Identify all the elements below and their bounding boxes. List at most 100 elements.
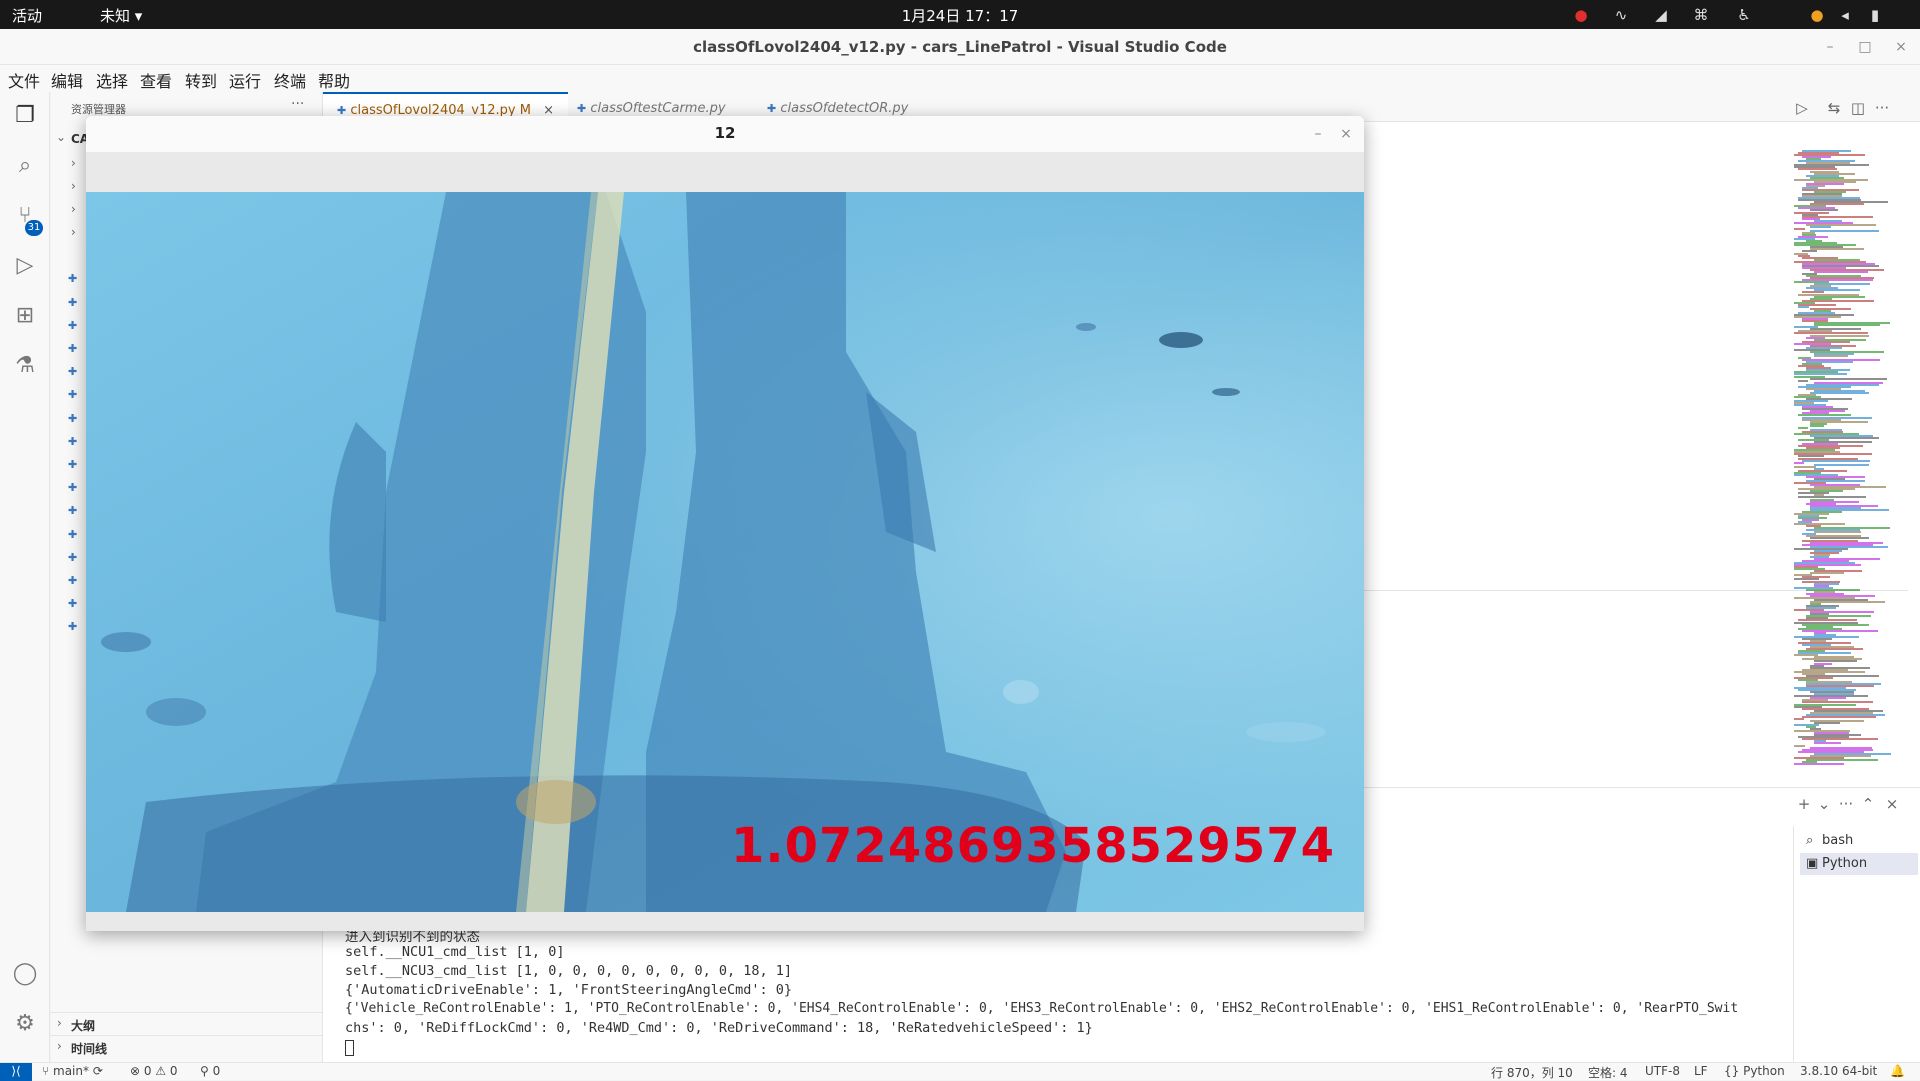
python-file-icon[interactable]: ✚ [68,365,77,378]
chevron-right-icon[interactable]: › [57,1039,62,1053]
run-python-file-icon[interactable]: ▷ [1791,98,1813,118]
menu-edit[interactable]: 编辑 [51,68,83,92]
chevron-down-icon[interactable]: ⌄ [56,130,66,144]
minimap-line [1802,459,1870,462]
activity-monitor-icon[interactable]: ∿ [1612,6,1630,24]
extensions-icon[interactable]: ⊞ [9,300,41,332]
ports-indicator[interactable]: ⚲ 0 [200,1064,220,1078]
python-file-icon[interactable]: ✚ [68,435,77,448]
image-statusbar [86,912,1364,931]
close-panel-icon[interactable]: × [1881,794,1903,814]
network-icon[interactable]: ◢ [1652,6,1670,24]
minimap-line [1798,426,1808,429]
python-interpreter[interactable]: 3.8.10 64-bit [1800,1064,1877,1078]
command-icon[interactable]: ⌘ [1692,6,1710,24]
python-file-icon[interactable]: ✚ [68,319,77,332]
folder-chevron-icon[interactable]: › [71,179,76,193]
python-file-icon[interactable]: ✚ [68,272,77,285]
split-editor-icon[interactable]: ◫ [1847,98,1869,118]
gear-icon[interactable]: ⚙ [9,1008,41,1040]
python-file-icon[interactable]: ✚ [68,388,77,401]
new-terminal-icon[interactable]: + [1793,794,1815,814]
terminal-icon: ⌕ [1806,833,1814,848]
menu-selection[interactable]: 选择 [96,68,128,92]
menu-file[interactable]: 文件 [8,68,40,92]
maximize-panel-icon[interactable]: ⌃ [1857,794,1879,814]
folder-chevron-icon[interactable]: › [71,225,76,239]
cursor-position[interactable]: 行 870，列 10 [1491,1064,1573,1081]
accessibility-icon[interactable]: ♿ [1735,6,1753,24]
python-file-icon[interactable]: ✚ [68,412,77,425]
alert-icon[interactable]: ● [1572,6,1590,24]
folder-chevron-icon[interactable]: › [71,156,76,170]
end-of-line[interactable]: LF [1694,1064,1708,1078]
branch-name: main* [53,1064,89,1078]
chevron-right-icon[interactable]: › [57,1016,62,1030]
python-file-icon[interactable]: ✚ [68,342,77,355]
minimap-line [1814,531,1861,534]
python-file-icon[interactable]: ✚ [68,528,77,541]
battery-icon[interactable]: ▮ [1866,6,1884,24]
maximize-icon[interactable]: □ [1855,37,1875,57]
timeline-section[interactable]: 时间线 [71,1040,107,1057]
minimap[interactable] [1786,150,1916,770]
folder-chevron-icon[interactable]: › [71,202,76,216]
clock[interactable]: 1月24日 17：17 [0,5,1920,26]
minimap-line [1814,324,1880,327]
minimap-line [1798,379,1808,382]
minimap-line [1810,229,1879,232]
source-control-badge: 31 [25,220,43,236]
window-title: classOfLovol2404_v12.py - cars_LinePatro… [693,38,1227,56]
python-file-icon[interactable]: ✚ [68,504,77,517]
menu-terminal[interactable]: 终端 [274,68,306,92]
close-icon[interactable]: × [1336,124,1356,144]
menu-view[interactable]: 查看 [140,68,172,92]
terminal-bash[interactable]: ⌕ bash [1800,830,1918,852]
more-actions-icon[interactable]: ··· [1871,98,1893,118]
menu-run[interactable]: 运行 [229,68,261,92]
encoding[interactable]: UTF-8 [1645,1064,1680,1078]
search-icon[interactable]: ⌕ [9,150,41,182]
language-mode[interactable]: {} Python [1724,1064,1785,1078]
python-file-icon[interactable]: ✚ [68,481,77,494]
warning-count: 0 [169,1064,178,1078]
git-branch[interactable]: ⑂ main* ⟳ [42,1064,103,1078]
menu-go[interactable]: 转到 [185,68,217,92]
indentation[interactable]: 空格: 4 [1588,1064,1628,1081]
minimize-icon[interactable]: – [1820,37,1840,57]
minimize-icon[interactable]: – [1308,124,1328,144]
image-window-title[interactable]: 12 [86,116,1364,152]
python-file-icon[interactable]: ✚ [68,574,77,587]
python-file-icon[interactable]: ✚ [68,296,77,309]
run-debug-icon[interactable]: ▷ [9,250,41,282]
minimap-line [1810,225,1831,228]
menu-help[interactable]: 帮助 [318,68,350,92]
minimap-line [1810,377,1887,380]
terminal-list: ⌕ bash ▣ Python [1793,826,1920,1063]
explorer-icon[interactable]: ❐ [9,100,41,132]
error-count: 0 [143,1064,152,1078]
python-file-icon[interactable]: ✚ [68,551,77,564]
close-icon[interactable]: × [1891,37,1911,57]
testing-icon[interactable]: ⚗ [9,350,41,382]
status-dot-icon[interactable]: ● [1808,6,1826,24]
minimap-line [1794,465,1816,468]
remote-indicator-icon[interactable]: ⟩⟨ [0,1063,32,1081]
python-file-icon[interactable]: ✚ [68,620,77,633]
divider [51,1012,322,1013]
more-actions-icon[interactable]: ··· [291,96,304,112]
outline-section[interactable]: 大纲 [71,1017,95,1034]
image-viewer-window[interactable]: 12 – × 1.0724869358529574 [86,116,1364,931]
terminal-python[interactable]: ▣ Python [1800,853,1918,875]
python-file-icon[interactable]: ✚ [68,597,77,610]
minimap-line [1814,463,1869,466]
minimap-line [1810,248,1864,251]
python-file-icon[interactable]: ✚ [68,458,77,471]
more-actions-icon[interactable]: ··· [1835,794,1857,814]
notifications-icon[interactable]: 🔔 [1890,1064,1905,1078]
compare-changes-icon[interactable]: ⇆ [1823,98,1845,118]
chevron-down-icon[interactable]: ⌄ [1813,794,1835,814]
problems-indicator[interactable]: ⊗ 0 ⚠ 0 [130,1064,178,1078]
account-icon[interactable]: ◯ [9,958,41,990]
volume-icon[interactable]: ◂ [1836,6,1854,24]
